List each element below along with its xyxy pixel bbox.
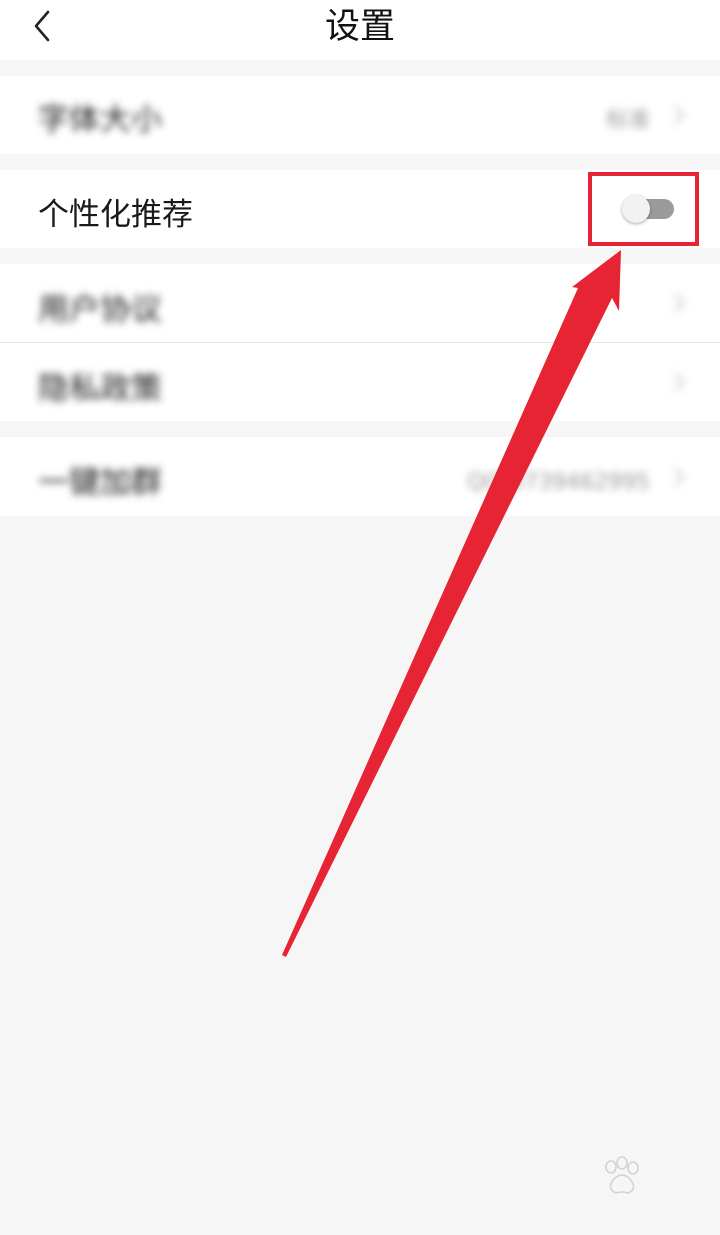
font-size-label: 字体大小 <box>38 102 162 138</box>
chevron-right-icon <box>674 105 685 125</box>
chevron-right-icon <box>674 293 685 313</box>
top-bar: 设置 <box>0 0 720 60</box>
chevron-right-icon <box>674 372 685 392</box>
join-group-value: QQ群739462995 <box>467 470 650 495</box>
chevron-right-icon <box>674 467 685 487</box>
user-agreement-row[interactable]: 用户协议 <box>0 264 720 342</box>
privacy-policy-label: 隐私政策 <box>38 371 162 407</box>
personalized-recommendation-label: 个性化推荐 <box>38 197 193 233</box>
privacy-policy-row[interactable]: 隐私政策 <box>0 343 720 421</box>
baidu-jingyan-watermark <box>548 1155 688 1225</box>
user-agreement-label: 用户协议 <box>38 292 162 328</box>
font-size-value: 标准 <box>605 108 650 133</box>
highlight-box <box>588 172 699 246</box>
join-group-label: 一键加群 <box>38 465 162 501</box>
baidu-paw-logo <box>605 1156 639 1194</box>
page-title: 设置 <box>324 7 395 47</box>
font-size-row[interactable]: 字体大小 标准 <box>0 76 720 154</box>
join-group-row[interactable]: 一键加群 QQ群739462995 <box>0 437 720 516</box>
